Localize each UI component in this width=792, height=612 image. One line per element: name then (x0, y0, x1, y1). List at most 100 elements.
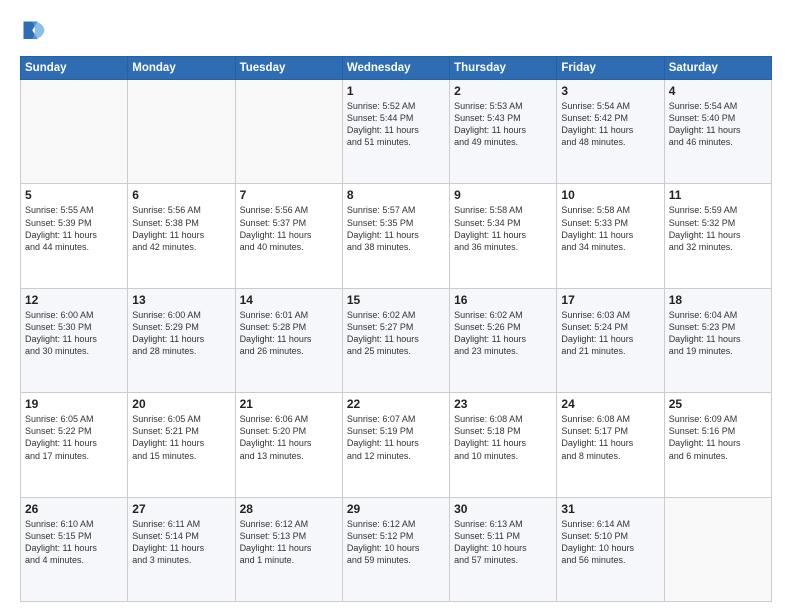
day-info: Sunrise: 6:01 AMSunset: 5:28 PMDaylight:… (240, 309, 338, 358)
day-cell: 4 Sunrise: 5:54 AMSunset: 5:40 PMDaylight… (664, 80, 771, 184)
day-number: 31 (561, 502, 659, 516)
day-info: Sunrise: 6:12 AMSunset: 5:12 PMDaylight:… (347, 518, 445, 567)
day-cell: 6 Sunrise: 5:56 AMSunset: 5:38 PMDaylight… (128, 184, 235, 288)
day-info: Sunrise: 6:05 AMSunset: 5:21 PMDaylight:… (132, 413, 230, 462)
weekday-header-friday: Friday (557, 57, 664, 80)
day-number: 27 (132, 502, 230, 516)
day-cell (664, 497, 771, 601)
day-info: Sunrise: 6:02 AMSunset: 5:27 PMDaylight:… (347, 309, 445, 358)
day-number: 9 (454, 188, 552, 202)
day-number: 7 (240, 188, 338, 202)
weekday-header-wednesday: Wednesday (342, 57, 449, 80)
day-cell: 20 Sunrise: 6:05 AMSunset: 5:21 PMDayligh… (128, 393, 235, 497)
day-info: Sunrise: 6:13 AMSunset: 5:11 PMDaylight:… (454, 518, 552, 567)
day-number: 17 (561, 293, 659, 307)
day-cell: 25 Sunrise: 6:09 AMSunset: 5:16 PMDayligh… (664, 393, 771, 497)
day-number: 19 (25, 397, 123, 411)
day-info: Sunrise: 6:11 AMSunset: 5:14 PMDaylight:… (132, 518, 230, 567)
day-number: 3 (561, 84, 659, 98)
week-row-3: 12 Sunrise: 6:00 AMSunset: 5:30 PMDayligh… (21, 288, 772, 392)
day-number: 23 (454, 397, 552, 411)
page: SundayMondayTuesdayWednesdayThursdayFrid… (0, 0, 792, 612)
week-row-5: 26 Sunrise: 6:10 AMSunset: 5:15 PMDayligh… (21, 497, 772, 601)
day-number: 2 (454, 84, 552, 98)
day-info: Sunrise: 6:07 AMSunset: 5:19 PMDaylight:… (347, 413, 445, 462)
day-cell (235, 80, 342, 184)
weekday-header-thursday: Thursday (450, 57, 557, 80)
day-number: 26 (25, 502, 123, 516)
weekday-header-tuesday: Tuesday (235, 57, 342, 80)
day-cell: 18Sunrise: 6:04 AMSunset: 5:23 PMDayligh… (664, 288, 771, 392)
day-number: 21 (240, 397, 338, 411)
day-info: Sunrise: 5:58 AMSunset: 5:33 PMDaylight:… (561, 204, 659, 253)
week-row-4: 19Sunrise: 6:05 AMSunset: 5:22 PMDayligh… (21, 393, 772, 497)
day-number: 22 (347, 397, 445, 411)
day-info: Sunrise: 5:54 AMSunset: 5:42 PMDaylight:… (561, 100, 659, 149)
day-info: Sunrise: 5:53 AMSunset: 5:43 PMDaylight:… (454, 100, 552, 149)
day-info: Sunrise: 5:59 AMSunset: 5:32 PMDaylight:… (669, 204, 767, 253)
day-number: 15 (347, 293, 445, 307)
weekday-header-monday: Monday (128, 57, 235, 80)
day-cell: 7 Sunrise: 5:56 AMSunset: 5:37 PMDaylight… (235, 184, 342, 288)
day-info: Sunrise: 5:56 AMSunset: 5:37 PMDaylight:… (240, 204, 338, 253)
day-number: 11 (669, 188, 767, 202)
day-info: Sunrise: 5:52 AMSunset: 5:44 PMDaylight:… (347, 100, 445, 149)
day-cell: 19Sunrise: 6:05 AMSunset: 5:22 PMDayligh… (21, 393, 128, 497)
day-info: Sunrise: 6:00 AMSunset: 5:30 PMDaylight:… (25, 309, 123, 358)
weekday-header-saturday: Saturday (664, 57, 771, 80)
day-number: 10 (561, 188, 659, 202)
day-info: Sunrise: 5:55 AMSunset: 5:39 PMDaylight:… (25, 204, 123, 253)
day-cell: 8 Sunrise: 5:57 AMSunset: 5:35 PMDaylight… (342, 184, 449, 288)
day-info: Sunrise: 6:08 AMSunset: 5:18 PMDaylight:… (454, 413, 552, 462)
day-cell: 21 Sunrise: 6:06 AMSunset: 5:20 PMDayligh… (235, 393, 342, 497)
day-info: Sunrise: 6:12 AMSunset: 5:13 PMDaylight:… (240, 518, 338, 567)
day-cell: 11 Sunrise: 5:59 AMSunset: 5:32 PMDayligh… (664, 184, 771, 288)
day-cell: 14 Sunrise: 6:01 AMSunset: 5:28 PMDayligh… (235, 288, 342, 392)
day-info: Sunrise: 6:09 AMSunset: 5:16 PMDaylight:… (669, 413, 767, 462)
day-number: 29 (347, 502, 445, 516)
day-number: 5 (25, 188, 123, 202)
day-cell: 24Sunrise: 6:08 AMSunset: 5:17 PMDayligh… (557, 393, 664, 497)
day-info: Sunrise: 6:02 AMSunset: 5:26 PMDaylight:… (454, 309, 552, 358)
day-cell: 17 Sunrise: 6:03 AMSunset: 5:24 PMDayligh… (557, 288, 664, 392)
day-info: Sunrise: 5:58 AMSunset: 5:34 PMDaylight:… (454, 204, 552, 253)
day-number: 28 (240, 502, 338, 516)
logo (20, 18, 52, 46)
day-cell: 5 Sunrise: 5:55 AMSunset: 5:39 PMDaylight… (21, 184, 128, 288)
day-info: Sunrise: 5:56 AMSunset: 5:38 PMDaylight:… (132, 204, 230, 253)
day-info: Sunrise: 5:54 AMSunset: 5:40 PMDaylight:… (669, 100, 767, 149)
day-cell: 1Sunrise: 5:52 AMSunset: 5:44 PMDaylight… (342, 80, 449, 184)
day-number: 6 (132, 188, 230, 202)
day-info: Sunrise: 6:04 AMSunset: 5:23 PMDaylight:… (669, 309, 767, 358)
day-number: 25 (669, 397, 767, 411)
day-cell: 30Sunrise: 6:13 AMSunset: 5:11 PMDayligh… (450, 497, 557, 601)
day-cell (128, 80, 235, 184)
day-cell: 13Sunrise: 6:00 AMSunset: 5:29 PMDayligh… (128, 288, 235, 392)
day-cell: 12 Sunrise: 6:00 AMSunset: 5:30 PMDayligh… (21, 288, 128, 392)
day-number: 12 (25, 293, 123, 307)
day-cell: 22 Sunrise: 6:07 AMSunset: 5:19 PMDayligh… (342, 393, 449, 497)
day-cell: 23 Sunrise: 6:08 AMSunset: 5:18 PMDayligh… (450, 393, 557, 497)
day-cell: 10 Sunrise: 5:58 AMSunset: 5:33 PMDayligh… (557, 184, 664, 288)
day-info: Sunrise: 6:10 AMSunset: 5:15 PMDaylight:… (25, 518, 123, 567)
calendar-table: SundayMondayTuesdayWednesdayThursdayFrid… (20, 56, 772, 602)
day-number: 20 (132, 397, 230, 411)
weekday-header-sunday: Sunday (21, 57, 128, 80)
day-cell: 2 Sunrise: 5:53 AMSunset: 5:43 PMDaylight… (450, 80, 557, 184)
day-cell: 15 Sunrise: 6:02 AMSunset: 5:27 PMDayligh… (342, 288, 449, 392)
day-info: Sunrise: 5:57 AMSunset: 5:35 PMDaylight:… (347, 204, 445, 253)
week-row-2: 5 Sunrise: 5:55 AMSunset: 5:39 PMDaylight… (21, 184, 772, 288)
day-number: 4 (669, 84, 767, 98)
day-cell: 29 Sunrise: 6:12 AMSunset: 5:12 PMDayligh… (342, 497, 449, 601)
day-cell: 3 Sunrise: 5:54 AMSunset: 5:42 PMDaylight… (557, 80, 664, 184)
day-cell: 16Sunrise: 6:02 AMSunset: 5:26 PMDayligh… (450, 288, 557, 392)
day-number: 14 (240, 293, 338, 307)
day-info: Sunrise: 6:14 AMSunset: 5:10 PMDaylight:… (561, 518, 659, 567)
day-info: Sunrise: 6:06 AMSunset: 5:20 PMDaylight:… (240, 413, 338, 462)
day-cell: 27 Sunrise: 6:11 AMSunset: 5:14 PMDayligh… (128, 497, 235, 601)
day-number: 8 (347, 188, 445, 202)
day-cell: 26 Sunrise: 6:10 AMSunset: 5:15 PMDayligh… (21, 497, 128, 601)
day-cell: 9 Sunrise: 5:58 AMSunset: 5:34 PMDaylight… (450, 184, 557, 288)
day-info: Sunrise: 6:03 AMSunset: 5:24 PMDaylight:… (561, 309, 659, 358)
day-cell: 28 Sunrise: 6:12 AMSunset: 5:13 PMDayligh… (235, 497, 342, 601)
